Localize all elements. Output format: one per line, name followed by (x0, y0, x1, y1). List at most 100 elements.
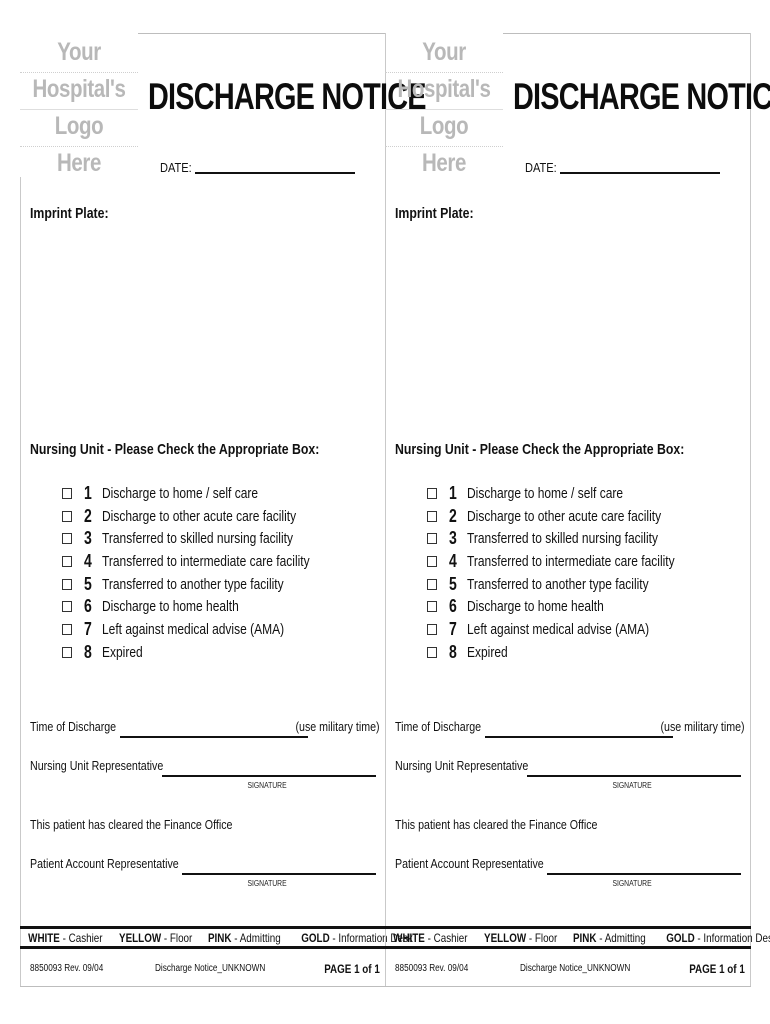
imprint-plate-label: Imprint Plate: (30, 205, 109, 222)
signature-caption: SIGNATURE (247, 781, 287, 790)
option-number: 7 (449, 618, 457, 639)
copy-distribution-row: WHITE - Cashier YELLOW - Floor PINK - Admi… (20, 930, 412, 946)
checkbox[interactable] (427, 601, 437, 613)
checkbox[interactable] (427, 646, 437, 658)
checkbox[interactable] (62, 623, 72, 635)
hospital-logo-placeholder: Your Hospital's Logo Here (385, 36, 503, 183)
discharge-option: 6 Discharge to home health (427, 595, 727, 618)
discharge-option: 5 Transferred to another type facility (62, 573, 362, 596)
copy-recipient: - Cashier (59, 931, 103, 945)
form-title: DISCHARGE NOTICE (513, 76, 770, 117)
copy-recipient: - Floor (525, 931, 557, 945)
checkbox[interactable] (62, 555, 72, 567)
divider-rule (385, 946, 751, 949)
page-indicator: PAGE 1 of 1 (689, 962, 745, 976)
time-of-discharge-label: Time of Discharge (395, 719, 482, 734)
logo-line: Hospital's (397, 75, 491, 103)
copy-color: GOLD (665, 931, 695, 945)
discharge-option: 7 Left against medical advise (AMA) (62, 618, 362, 641)
finance-cleared-label: This patient has cleared the Finance Off… (395, 817, 598, 832)
nursing-rep-signature-line[interactable] (162, 775, 376, 777)
discharge-options-list: 1 Discharge to home / self care 2 Discharge… (62, 482, 362, 664)
border-top (503, 33, 751, 34)
checkbox[interactable] (427, 533, 437, 545)
checkbox[interactable] (62, 601, 72, 613)
discharge-option: 6 Discharge to home health (62, 595, 362, 618)
discharge-option: 1 Discharge to home / self care (62, 482, 362, 505)
option-number: 5 (84, 573, 92, 594)
date-input-line[interactable] (195, 172, 356, 174)
discharge-option: 3 Transferred to skilled nursing facility (62, 527, 362, 550)
copy-color: YELLOW (483, 931, 526, 945)
checkbox[interactable] (62, 487, 72, 499)
checkbox[interactable] (427, 510, 437, 522)
time-of-discharge-line[interactable] (120, 736, 308, 738)
option-number: 4 (84, 550, 92, 571)
patient-rep-field: Patient Account Representative (395, 856, 741, 875)
hospital-logo-placeholder: Your Hospital's Logo Here (20, 36, 138, 183)
time-of-discharge-field: Time of Discharge (use military time) (395, 719, 745, 738)
option-label: Transferred to skilled nursing facility (102, 530, 293, 548)
discharge-form-right: Your Hospital's Logo Here DISCHARGE NOTI… (385, 0, 770, 1024)
checkbox[interactable] (62, 646, 72, 658)
option-number: 1 (449, 482, 457, 503)
signature-caption: SIGNATURE (247, 879, 287, 888)
divider-rule (385, 926, 751, 929)
patient-rep-signature-line[interactable] (547, 873, 741, 875)
date-label: DATE: (525, 160, 557, 175)
patient-rep-signature-line[interactable] (182, 873, 376, 875)
signature-caption: SIGNATURE (612, 879, 652, 888)
copy-destination: YELLOW - Floor (119, 931, 192, 945)
option-label: Transferred to another type facility (467, 575, 649, 593)
option-number: 8 (84, 641, 92, 662)
discharge-option: 5 Transferred to another type facility (427, 573, 727, 596)
time-of-discharge-field: Time of Discharge (use military time) (30, 719, 380, 738)
date-field: DATE: (160, 160, 356, 175)
discharge-option: 4 Transferred to intermediate care facili… (62, 550, 362, 573)
option-number: 6 (449, 596, 457, 617)
patient-rep-label: Patient Account Representative (395, 856, 544, 871)
option-number: 5 (449, 573, 457, 594)
logo-line: Logo (419, 112, 469, 140)
checkbox[interactable] (62, 578, 72, 590)
option-label: Discharge to other acute care facility (467, 507, 662, 525)
copy-color: PINK (208, 931, 232, 945)
option-number: 2 (449, 505, 457, 526)
option-label: Discharge to home health (102, 598, 239, 616)
document-name: Discharge Notice_UNKNOWN (520, 963, 631, 974)
patient-rep-field: Patient Account Representative (30, 856, 376, 875)
form-code: 8850093 Rev. 09/04 (395, 963, 469, 974)
copy-color: GOLD (300, 931, 330, 945)
border-left (20, 177, 21, 987)
logo-line: Here (422, 149, 466, 177)
date-input-line[interactable] (560, 172, 721, 174)
copy-recipient: - Cashier (424, 931, 468, 945)
copy-color: YELLOW (118, 931, 161, 945)
divider-rule (20, 946, 386, 949)
copy-color: WHITE (28, 931, 60, 945)
checkbox[interactable] (427, 578, 437, 590)
option-label: Left against medical advise (AMA) (467, 620, 650, 638)
copy-recipient: - Floor (160, 931, 192, 945)
checkbox[interactable] (427, 487, 437, 499)
checkbox[interactable] (62, 533, 72, 545)
checkbox[interactable] (427, 623, 437, 635)
copy-destination: YELLOW - Floor (484, 931, 557, 945)
logo-line: Your (422, 38, 466, 66)
discharge-options-list: 1 Discharge to home / self care 2 Discharge… (427, 482, 727, 664)
discharge-option: 8 Expired (62, 641, 362, 664)
copy-destination: WHITE - Cashier (393, 931, 467, 945)
copy-distribution-row: WHITE - Cashier YELLOW - Floor PINK - Admi… (385, 930, 770, 946)
copy-recipient: - Information Desk (694, 931, 770, 945)
nursing-unit-heading: Nursing Unit - Please Check the Appropri… (395, 441, 685, 458)
checkbox[interactable] (62, 510, 72, 522)
border-left (385, 177, 386, 987)
signature-caption: SIGNATURE (612, 781, 652, 790)
time-of-discharge-line[interactable] (485, 736, 673, 738)
document-name: Discharge Notice_UNKNOWN (155, 963, 266, 974)
form-footer: 8850093 Rev. 09/04 Discharge Notice_UNKN… (30, 962, 380, 979)
checkbox[interactable] (427, 555, 437, 567)
option-number: 3 (449, 528, 457, 549)
nursing-rep-signature-line[interactable] (527, 775, 741, 777)
option-label: Discharge to home health (467, 598, 604, 616)
